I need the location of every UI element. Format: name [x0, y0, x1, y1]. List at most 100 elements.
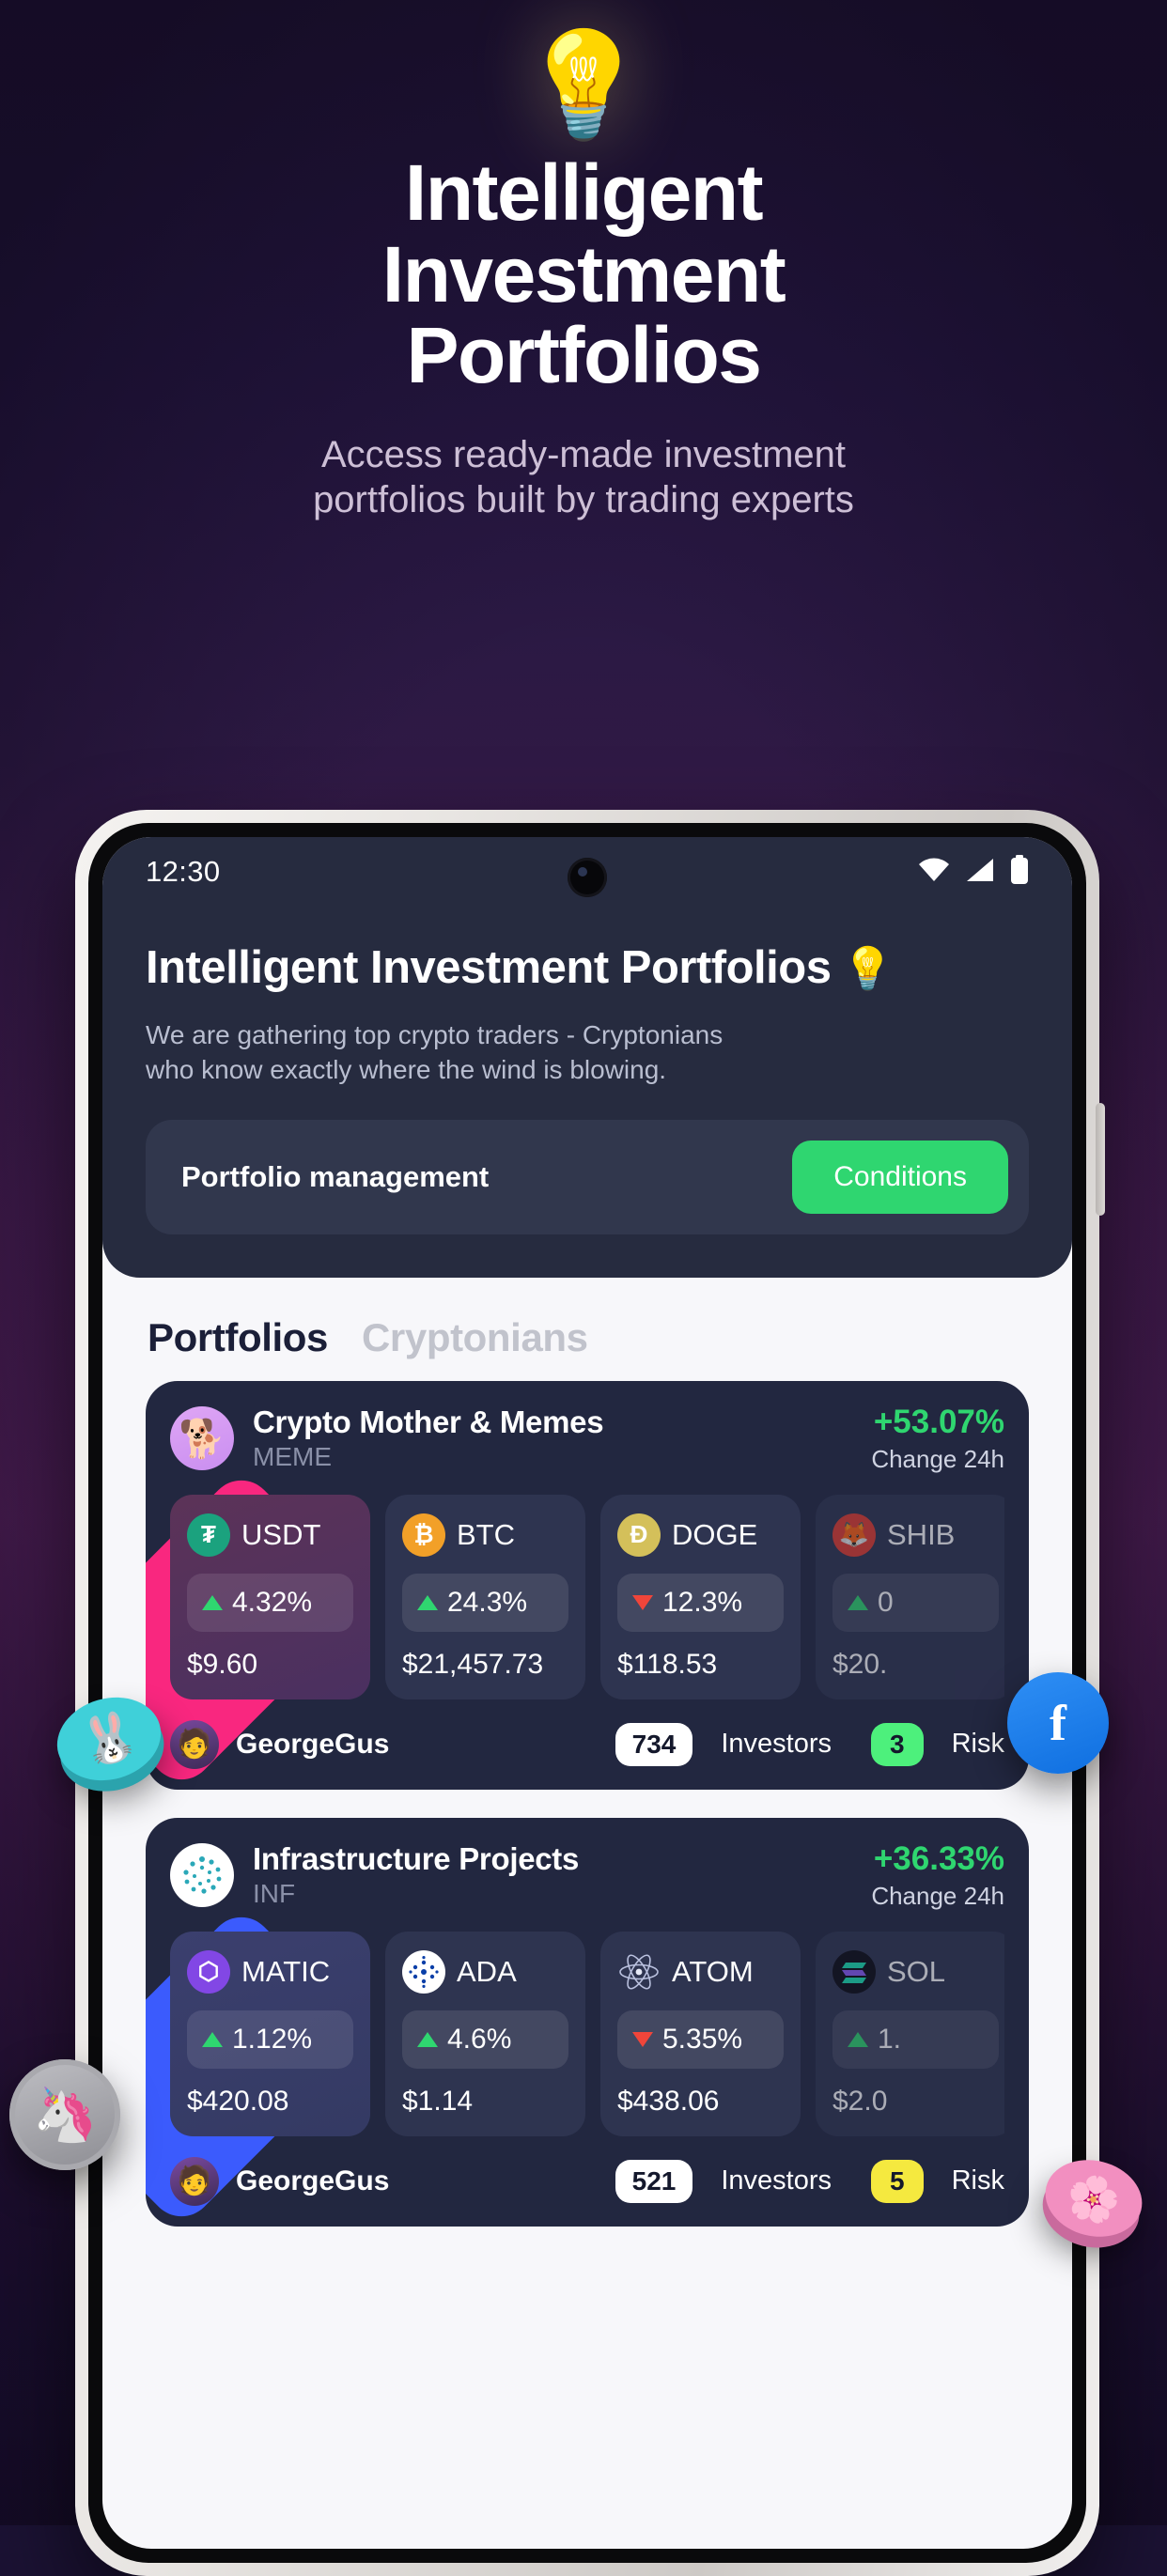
- arrow-up-icon: [417, 2031, 438, 2047]
- token-price: $2.0: [832, 2085, 888, 2117]
- arrow-up-icon: [417, 1594, 438, 1610]
- battery-icon: [1010, 854, 1029, 890]
- arrow-up-icon: [202, 2031, 223, 2047]
- portfolio-management-label: Portfolio management: [181, 1159, 490, 1193]
- token-change-value: 24.3%: [447, 1586, 528, 1618]
- app-description-line-1: We are gathering top crypto traders - Cr…: [146, 1019, 724, 1049]
- status-bar: 12:30: [102, 837, 1072, 907]
- token-tile[interactable]: ATOM 5.35% $438.06: [600, 1931, 801, 2136]
- user-avatar-icon: 🧑: [170, 2156, 219, 2206]
- portfolio-footer: 🧑 GeorgeGus 521 Investors 5 Risk: [170, 2156, 1004, 2206]
- portfolio-card[interactable]: 🐕 Crypto Mother & Memes MEME +53.07% Cha…: [146, 1380, 1029, 1790]
- token-tile-row[interactable]: ⬡ MATIC 1.12% $420.08 ADA 4.6% $1.14 ATO…: [170, 1931, 1004, 2136]
- bitcoin-icon: ₿: [402, 1513, 445, 1557]
- risk-label: Risk: [951, 2165, 1004, 2196]
- cosmos-icon: [617, 1950, 661, 1994]
- token-price: $118.53: [617, 1648, 718, 1680]
- token-symbol: SOL: [887, 1954, 946, 1988]
- phone-mockup: 12:30 Intelligent Investment Portfolios …: [75, 810, 1105, 2576]
- app-header-card: Intelligent Investment Portfolios 💡 We a…: [102, 907, 1072, 1278]
- portfolio-author: GeorgeGus: [236, 2165, 390, 2196]
- investors-label: Investors: [721, 1729, 832, 1760]
- tether-icon: ₮: [187, 1513, 230, 1557]
- token-change: 5.35%: [617, 2010, 784, 2069]
- token-tile[interactable]: 🦊 SHIB 0 $20.: [816, 1494, 1004, 1699]
- portfolio-footer: 🧑 GeorgeGus 734 Investors 3 Risk: [170, 1719, 1004, 1769]
- hero-subtitle-line-2: portfolios built by trading experts: [313, 479, 854, 521]
- token-price: $21,457.73: [402, 1648, 544, 1680]
- dogecoin-icon: Ð: [617, 1513, 661, 1557]
- portfolio-name: Crypto Mother & Memes: [253, 1404, 604, 1440]
- status-icons: [918, 854, 1029, 890]
- risk-badge: 5: [871, 2159, 924, 2203]
- app-description: We are gathering top crypto traders - Cr…: [146, 1018, 1029, 1088]
- front-camera-icon: [568, 858, 607, 897]
- infrastructure-avatar-icon: [170, 1843, 234, 1908]
- hero-title-line-2: Investment: [381, 229, 786, 318]
- hero-title-line-3: Portfolios: [406, 311, 763, 400]
- token-tile[interactable]: ⬡ MATIC 1.12% $420.08: [170, 1931, 370, 2136]
- token-price: $20.: [832, 1648, 888, 1680]
- investors-label: Investors: [721, 2165, 832, 2196]
- token-price: $420.08: [187, 2085, 289, 2117]
- portfolio-author: GeorgeGus: [236, 1728, 390, 1760]
- tab-portfolios[interactable]: Portfolios: [148, 1315, 328, 1360]
- phone-side-button[interactable]: [1096, 1103, 1105, 1216]
- portfolio-management-row: Portfolio management Conditions: [146, 1119, 1029, 1234]
- fantom-coin-icon: f: [1007, 1672, 1109, 1774]
- wifi-icon: [918, 858, 950, 887]
- token-change-value: 0: [878, 1586, 894, 1618]
- token-symbol: MATIC: [241, 1954, 331, 1988]
- app-title: Intelligent Investment Portfolios 💡: [146, 942, 1029, 994]
- portfolio-ticker: MEME: [253, 1442, 332, 1472]
- token-symbol: DOGE: [672, 1517, 758, 1551]
- arrow-up-icon: [202, 1594, 223, 1610]
- token-tile-row[interactable]: ₮ USDT 4.32% $9.60 ₿ BTC 24.3% $21,457.7…: [170, 1494, 1004, 1699]
- token-change-value: 1.12%: [232, 2023, 313, 2055]
- token-tile[interactable]: Ð DOGE 12.3% $118.53: [600, 1494, 801, 1699]
- token-tile[interactable]: SOL 1. $2.0: [816, 1931, 1004, 2136]
- token-change: 1.: [832, 2010, 999, 2069]
- token-change: 12.3%: [617, 1573, 784, 1632]
- token-change-value: 5.35%: [662, 2023, 743, 2055]
- portfolio-change-label: Change 24h: [871, 1444, 1004, 1473]
- tab-bar: Portfolios Cryptonians: [102, 1277, 1072, 1381]
- arrow-up-icon: [848, 1594, 868, 1610]
- token-change: 0: [832, 1573, 999, 1632]
- token-change: 4.6%: [402, 2010, 568, 2069]
- risk-label: Risk: [951, 1729, 1004, 1760]
- conditions-button[interactable]: Conditions: [792, 1140, 1008, 1214]
- page-title: Intelligent Investment Portfolios: [0, 152, 1167, 396]
- token-tile[interactable]: ₿ BTC 24.3% $21,457.73: [385, 1494, 585, 1699]
- investors-count-badge: 734: [615, 1722, 693, 1766]
- portfolio-change-value: +53.07%: [873, 1403, 1004, 1440]
- token-symbol: SHIB: [887, 1517, 956, 1551]
- app-description-line-2: who know exactly where the wind is blowi…: [146, 1054, 667, 1084]
- portfolio-header: Infrastructure Projects INF +36.33% Chan…: [170, 1840, 1004, 1911]
- portfolio-header: 🐕 Crypto Mother & Memes MEME +53.07% Cha…: [170, 1404, 1004, 1474]
- status-time: 12:30: [146, 855, 221, 888]
- tab-cryptonians[interactable]: Cryptonians: [362, 1315, 588, 1360]
- token-symbol: BTC: [457, 1517, 515, 1551]
- investors-count-badge: 521: [615, 2159, 693, 2203]
- cardano-icon: [402, 1949, 445, 1994]
- token-tile[interactable]: ₮ USDT 4.32% $9.60: [170, 1494, 370, 1699]
- token-symbol: USDT: [241, 1517, 321, 1551]
- portfolio-change-label: Change 24h: [871, 1881, 1004, 1910]
- token-price: $438.06: [617, 2085, 720, 2117]
- portfolio-ticker: INF: [253, 1879, 296, 1909]
- token-tile[interactable]: ADA 4.6% $1.14: [385, 1931, 585, 2136]
- token-price: $9.60: [187, 1648, 258, 1680]
- hero-section: 💡 Intelligent Investment Portfolios Acce…: [0, 0, 1167, 523]
- token-price: $1.14: [402, 2085, 474, 2117]
- token-change-value: 4.6%: [447, 2023, 512, 2055]
- portfolio-card[interactable]: Infrastructure Projects INF +36.33% Chan…: [146, 1817, 1029, 2227]
- app-title-text: Intelligent Investment Portfolios: [146, 942, 832, 993]
- cellular-signal-icon: [965, 858, 995, 887]
- risk-badge: 3: [871, 1722, 924, 1766]
- arrow-down-icon: [632, 1594, 653, 1610]
- token-change-value: 1.: [878, 2023, 902, 2055]
- token-symbol: ADA: [457, 1954, 517, 1988]
- token-change-value: 12.3%: [662, 1586, 743, 1618]
- token-change-value: 4.32%: [232, 1586, 313, 1618]
